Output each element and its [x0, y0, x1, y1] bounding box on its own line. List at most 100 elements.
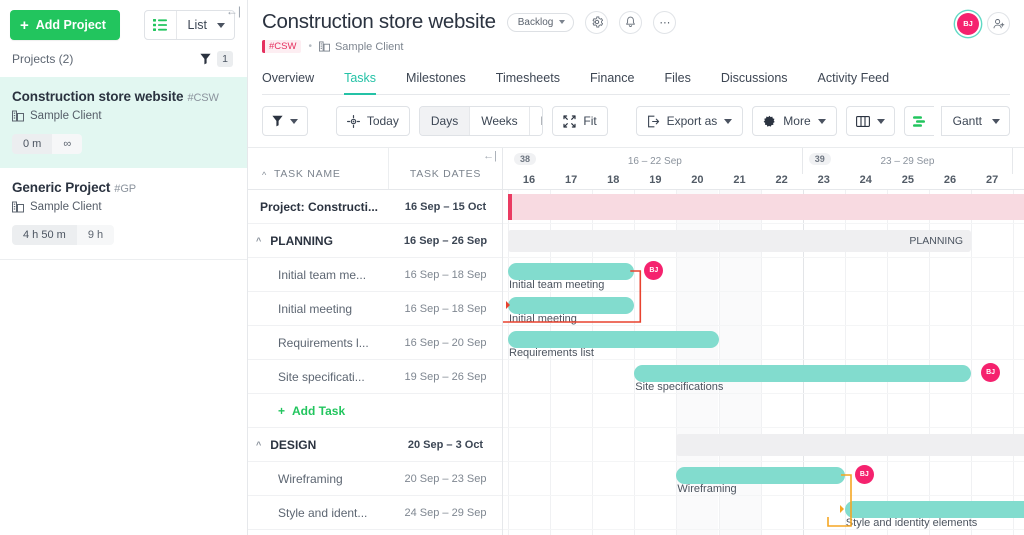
project-card-construction-store-website[interactable]: Construction store website#CSW Sample Cl…	[0, 77, 247, 168]
table-row[interactable]: Wireframing 20 Sep – 23 Sep	[248, 462, 502, 496]
add-project-label: Add Project	[36, 18, 106, 32]
view-dropdown[interactable]: Gantt	[941, 106, 1010, 136]
tab-discussions[interactable]: Discussions	[706, 65, 803, 94]
project-time-pills: 4 h 50 m 9 h	[12, 225, 114, 245]
task-dates: 16 Sep – 15 Oct	[389, 201, 502, 213]
column-header-label: TASK NAME	[274, 168, 341, 180]
chevron-down-icon	[877, 119, 885, 124]
sidebar-collapse-icon[interactable]: ←|	[226, 4, 241, 18]
filter-icon	[200, 53, 211, 65]
gantt-bar-task[interactable]	[508, 263, 634, 280]
table-row[interactable]: Requirements l... 16 Sep – 20 Sep	[248, 326, 502, 360]
panel-collapse-icon[interactable]: ←|	[483, 150, 497, 162]
columns-button[interactable]	[846, 106, 895, 136]
fit-button[interactable]: Fit	[552, 106, 607, 136]
tab-timesheets[interactable]: Timesheets	[481, 65, 575, 94]
chevron-up-icon: ^	[262, 170, 267, 180]
avatar[interactable]: BJ	[957, 13, 979, 35]
plus-icon: +	[20, 18, 29, 33]
add-project-button[interactable]: + Add Project	[10, 10, 120, 40]
list-view-icon[interactable]	[145, 11, 177, 39]
add-task-row[interactable]: +Add Task	[248, 394, 502, 428]
project-client-label: Sample Client	[30, 201, 102, 213]
tab-files[interactable]: Files	[649, 65, 705, 94]
chevron-up-icon[interactable]: ^	[256, 440, 261, 450]
app-root: ←| + Add Project List Projects (2) 1	[0, 0, 1024, 535]
gantt-bar-label: Site specifications	[635, 381, 723, 393]
estimated-time: ∞	[52, 134, 82, 154]
chevron-down-icon	[724, 119, 732, 124]
zoom-weeks[interactable]: Weeks	[470, 107, 529, 135]
projects-sidebar: ←| + Add Project List Projects (2) 1	[0, 0, 248, 535]
zoom-months[interactable]: Months	[530, 107, 544, 135]
export-icon	[647, 115, 660, 128]
add-task-button: +Add Task	[248, 404, 389, 418]
task-dates: 16 Sep – 18 Sep	[389, 303, 502, 315]
gantt-bar-task[interactable]	[508, 297, 634, 314]
task-dates: 16 Sep – 26 Sep	[389, 235, 502, 247]
settings-button[interactable]	[585, 11, 608, 34]
more-options-button[interactable]: ⋯	[653, 11, 676, 34]
add-user-icon	[993, 18, 1005, 30]
today-button[interactable]: Today	[336, 106, 410, 136]
table-row[interactable]: Project: Constructi... 16 Sep – 15 Oct	[248, 190, 502, 224]
task-table-header: ^ TASK NAME TASK DATES ←|	[248, 148, 502, 190]
view-mode-label: List	[188, 18, 207, 32]
filter-button[interactable]	[262, 106, 308, 136]
tab-finance[interactable]: Finance	[575, 65, 649, 94]
gantt-bar-label: Requirements list	[509, 347, 594, 359]
project-time-pills: 0 m ∞	[12, 134, 82, 154]
project-name: Construction store website	[12, 89, 183, 104]
gantt-bar-group[interactable]: DESIGN	[676, 434, 1024, 456]
today-label: Today	[367, 114, 399, 128]
gantt-bar-project[interactable]	[508, 194, 1024, 220]
gantt-bar-label: Initial meeting	[509, 313, 577, 325]
chevron-down-icon	[217, 23, 225, 28]
zoom-days[interactable]: Days	[420, 107, 470, 135]
gantt-bar-task[interactable]	[508, 331, 719, 348]
gantt-row	[503, 394, 1024, 428]
tab-activity-feed[interactable]: Activity Feed	[803, 65, 905, 94]
gear-icon	[763, 115, 776, 128]
column-header-task-name[interactable]: ^ TASK NAME	[248, 148, 389, 189]
gantt-bar-task[interactable]	[634, 365, 971, 382]
table-row[interactable]: Initial team me... 16 Sep – 18 Sep	[248, 258, 502, 292]
gantt-grid: ^ TASK NAME TASK DATES ←| Project: Const…	[248, 148, 1024, 535]
add-task-label: Add Task	[292, 404, 345, 418]
gantt-view-icon[interactable]	[904, 106, 934, 136]
tab-tasks[interactable]: Tasks	[329, 65, 391, 94]
export-as-button[interactable]: Export as	[636, 106, 744, 136]
chevron-up-icon[interactable]: ^	[256, 236, 261, 246]
table-row[interactable]: Site specificati... 19 Sep – 26 Sep	[248, 360, 502, 394]
add-member-button[interactable]	[987, 12, 1010, 35]
breadcrumb-client[interactable]: Sample Client	[319, 41, 403, 53]
table-row[interactable]: Style and ident... 24 Sep – 29 Sep	[248, 496, 502, 530]
table-row[interactable]: ^DESIGN 20 Sep – 3 Oct	[248, 428, 502, 462]
building-icon	[12, 201, 24, 213]
project-card-generic-project[interactable]: Generic Project#GP Sample Client 4 h 50 …	[0, 168, 247, 260]
week-number: 39	[809, 153, 831, 165]
gantt-bar-task[interactable]	[845, 501, 1024, 518]
breadcrumb-client-label: Sample Client	[335, 41, 403, 53]
tab-milestones[interactable]: Milestones	[391, 65, 481, 94]
notifications-button[interactable]	[619, 11, 642, 34]
fit-label: Fit	[583, 114, 596, 128]
gantt-bar-task[interactable]	[676, 467, 844, 484]
table-row[interactable]: ^PLANNING 16 Sep – 26 Sep	[248, 224, 502, 258]
tab-overview[interactable]: Overview	[262, 65, 329, 94]
sidebar-filter-button[interactable]: 1	[200, 51, 233, 67]
more-button[interactable]: More	[752, 106, 836, 136]
project-name: Generic Project	[12, 180, 110, 195]
gantt-timeline[interactable]: 3816 – 22 Sep3923 – 29 Sep 1617181920212…	[503, 148, 1024, 535]
chevron-down-icon	[290, 119, 298, 124]
gantt-assignee-avatar[interactable]: BJ	[981, 363, 1000, 382]
status-dropdown[interactable]: Backlog	[507, 13, 575, 32]
page-title: Construction store website	[262, 10, 496, 34]
task-dates: 19 Sep – 26 Sep	[389, 371, 502, 383]
gantt-assignee-avatar[interactable]: BJ	[855, 465, 874, 484]
task-dates: 24 Sep – 29 Sep	[389, 507, 502, 519]
project-header: Construction store website Backlog ⋯ #CS…	[248, 0, 1024, 95]
table-row[interactable]: Initial meeting 16 Sep – 18 Sep	[248, 292, 502, 326]
estimated-time: 9 h	[77, 225, 114, 245]
gantt-bar-group[interactable]: PLANNING	[508, 230, 971, 252]
